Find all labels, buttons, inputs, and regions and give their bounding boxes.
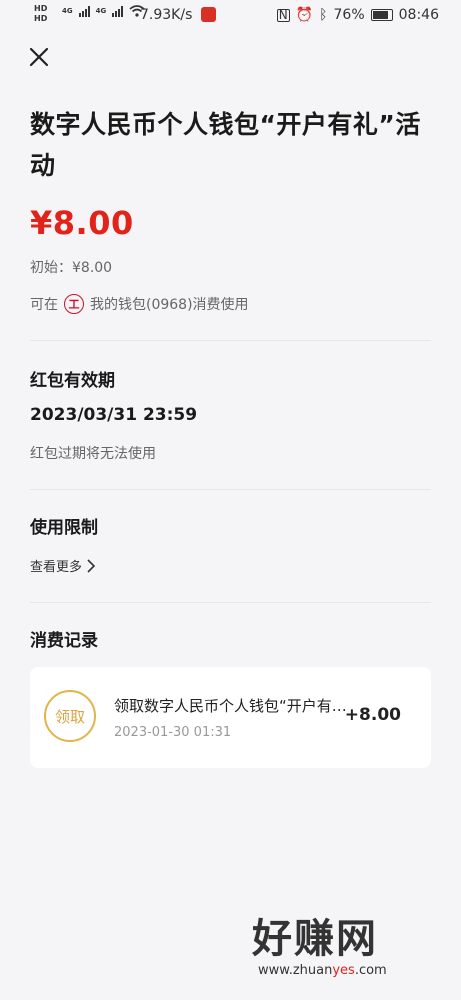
view-more-link[interactable]: 查看更多: [30, 556, 96, 575]
divider: [30, 340, 431, 341]
bank-logo-icon: 工: [64, 294, 84, 314]
initial-amount: 初始：¥8.00: [30, 260, 113, 276]
watermark: 好赚网 www.zhuanyes.com: [252, 915, 442, 987]
nfc-icon: N: [276, 7, 290, 22]
watermark-brand: 好赚网: [252, 916, 378, 962]
net-speed: 7.93K/s: [140, 7, 193, 23]
receive-badge: 领取: [44, 690, 96, 742]
usable-prefix: 可在: [30, 297, 58, 313]
close-icon: [29, 47, 49, 67]
battery-icon: [370, 9, 393, 21]
record-item[interactable]: 领取 领取数字人民币个人钱包“开户有礼”活动 2023-01-30 01:31 …: [30, 667, 431, 768]
expire-date: 2023/03/31 23:59: [30, 405, 198, 425]
view-more-label: 查看更多: [30, 560, 83, 575]
signal-group: 4G 4G: [62, 5, 145, 17]
signal-icon-2: [112, 5, 124, 17]
watermark-url: www.zhuanyes.com: [258, 963, 387, 978]
battery-percent: 76%: [333, 7, 365, 23]
status-right: N ⏰ ᛒ 76% 08:46: [276, 7, 439, 23]
validity-title: 红包有效期: [30, 371, 115, 391]
records-title: 消费记录: [30, 631, 98, 651]
expire-note: 红包过期将无法使用: [30, 446, 156, 462]
record-amount: +8.00: [344, 705, 401, 725]
status-bar: HD HD 4G 4G 7.93K/s N ⏰ ᛒ 76% 08:46: [0, 0, 461, 34]
app-notification-icon: [201, 7, 216, 22]
chevron-right-icon: [87, 558, 96, 573]
record-time: 2023-01-30 01:31: [114, 725, 232, 740]
signal-icon: [78, 5, 90, 17]
alarm-icon: ⏰: [295, 7, 314, 23]
network-type: 4G: [62, 7, 73, 15]
record-title: 领取数字人民币个人钱包“开户有礼”活动: [114, 697, 349, 715]
red-packet-amount: ¥8.00: [30, 204, 134, 242]
close-button[interactable]: [28, 46, 50, 68]
restriction-title: 使用限制: [30, 518, 98, 538]
network-type-2: 4G: [95, 7, 107, 15]
divider: [30, 602, 431, 603]
clock: 08:46: [398, 7, 439, 23]
divider: [30, 489, 431, 490]
hd-indicator: HD HD: [34, 4, 48, 23]
usable-wallet-line: 可在 工 我的钱包(0968)消费使用: [30, 294, 249, 314]
wallet-label: 我的钱包(0968)消费使用: [90, 297, 249, 313]
bluetooth-icon: ᛒ: [319, 7, 328, 23]
page-title: 数字人民币个人钱包“开户有礼”活动: [30, 110, 421, 180]
